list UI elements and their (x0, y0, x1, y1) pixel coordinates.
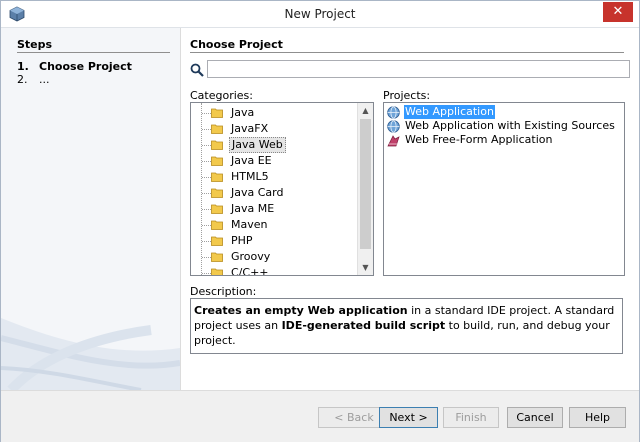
projects-list[interactable]: Web Application Web Application with Exi… (383, 102, 625, 276)
folder-icon (211, 252, 223, 262)
decorative-swoosh-graphic (1, 318, 180, 390)
close-icon[interactable]: ✕ (613, 4, 624, 19)
description-box: Creates an empty Web application in a st… (190, 298, 623, 354)
globe-icon (387, 120, 400, 133)
category-item[interactable]: Java (191, 105, 357, 121)
step-number: 2. (17, 73, 28, 86)
scroll-up-icon[interactable]: ▲ (358, 103, 373, 118)
search-icon (190, 63, 204, 77)
folder-icon (211, 220, 223, 230)
scroll-down-icon[interactable]: ▼ (358, 260, 373, 275)
folder-icon (211, 124, 223, 134)
description-label: Description: (190, 285, 257, 298)
folder-icon (211, 204, 223, 214)
categories-label: Categories: (190, 89, 253, 102)
tree-branch (202, 273, 211, 274)
close-button[interactable]: ✕ (603, 2, 633, 22)
new-project-dialog: New Project ✕ Steps 1. Choose Project 2..… (0, 0, 640, 442)
category-item[interactable]: Java EE (191, 153, 357, 169)
category-label: Java EE (231, 154, 272, 167)
category-item[interactable]: Groovy (191, 249, 357, 265)
category-label: HTML5 (231, 170, 269, 183)
tree-branch (202, 129, 211, 130)
category-label: Java ME (231, 202, 275, 215)
step-number: 1. (17, 60, 29, 73)
tree-branch (202, 257, 211, 258)
cancel-button[interactable]: Cancel (507, 407, 563, 428)
category-item-selected[interactable]: Java Web (191, 137, 357, 153)
description-bold-text: IDE-generated build script (281, 319, 446, 332)
step-item-next: 2.... (17, 73, 50, 86)
folder-icon (211, 172, 223, 182)
main-panel: Choose Project Categories: Projects: Jav… (190, 28, 632, 390)
next-button[interactable]: Next > (379, 407, 438, 428)
category-item[interactable]: Maven (191, 217, 357, 233)
finish-button[interactable]: Finish (443, 407, 499, 428)
project-label: Web Application with Existing Sources (405, 119, 615, 132)
folder-icon (211, 268, 223, 275)
tree-branch (202, 225, 211, 226)
steps-title: Steps (17, 38, 53, 51)
category-item[interactable]: PHP (191, 233, 357, 249)
step-label: ... (39, 73, 50, 86)
freeform-icon (387, 135, 400, 147)
projects-label: Projects: (383, 89, 431, 102)
window-title: New Project (284, 7, 356, 21)
help-button[interactable]: Help (569, 407, 626, 428)
categories-tree[interactable]: Java JavaFX Java Web Java EE HTML5 Java … (190, 102, 374, 276)
search-input[interactable] (207, 60, 630, 78)
tree-branch (202, 241, 211, 242)
categories-scrollbar[interactable]: ▲ ▼ (357, 103, 373, 275)
project-label: Web Application (404, 105, 495, 119)
folder-icon (211, 156, 223, 166)
scroll-thumb[interactable] (360, 119, 371, 249)
category-label: Groovy (231, 250, 271, 263)
project-item[interactable]: Web Application with Existing Sources (385, 119, 621, 133)
dialog-body: Steps 1. Choose Project 2.... Choose Proj… (1, 28, 639, 390)
steps-panel: Steps 1. Choose Project 2.... (1, 28, 181, 390)
category-item[interactable]: Java ME (191, 201, 357, 217)
tree-branch (202, 193, 211, 194)
description-bold-text: Creates an empty Web application (194, 304, 408, 317)
project-item-selected[interactable]: Web Application (385, 105, 621, 119)
category-item[interactable]: C/C++ (191, 265, 357, 276)
category-item[interactable]: JavaFX (191, 121, 357, 137)
globe-icon (387, 106, 400, 119)
project-label: Web Free-Form Application (405, 133, 553, 146)
project-item[interactable]: Web Free-Form Application (385, 133, 621, 147)
tree-branch (202, 145, 211, 146)
category-label: Java (231, 106, 255, 119)
step-label: Choose Project (39, 60, 132, 73)
folder-icon (211, 140, 223, 150)
folder-icon (211, 188, 223, 198)
tree-branch (202, 113, 211, 114)
steps-divider (17, 52, 170, 53)
page-title: Choose Project (190, 38, 283, 51)
category-label: C/C++ (231, 266, 269, 276)
tree-branch (202, 161, 211, 162)
category-label: Java Card (231, 186, 284, 199)
category-label: PHP (231, 234, 253, 247)
folder-icon (211, 108, 223, 118)
category-label: JavaFX (231, 122, 269, 135)
button-bar: < Back Next > Finish Cancel Help (1, 390, 639, 442)
category-item[interactable]: HTML5 (191, 169, 357, 185)
title-divider (190, 52, 624, 53)
folder-icon (211, 236, 223, 246)
tree-branch (202, 177, 211, 178)
tree-branch (202, 209, 211, 210)
step-item-choose-project: 1. Choose Project (17, 60, 132, 73)
category-item[interactable]: Java Card (191, 185, 357, 201)
category-label: Java Web (229, 137, 286, 153)
title-bar: New Project ✕ (1, 1, 639, 28)
category-label: Maven (231, 218, 268, 231)
